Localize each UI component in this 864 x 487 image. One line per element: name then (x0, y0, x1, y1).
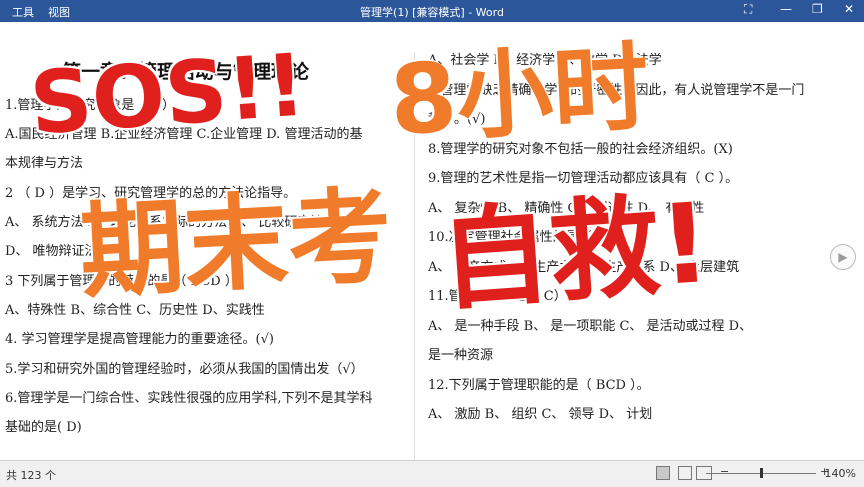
next-page-icon[interactable]: ▶ (830, 244, 856, 270)
zoom-level[interactable]: 140% (825, 467, 856, 480)
left-line: 6.管理学是一门综合性、实践性很强的应用学科,下列不是其学科 (5, 391, 373, 406)
overlay-final-exam: 期末考 (77, 174, 395, 314)
restore-icon[interactable]: ❐ (812, 2, 823, 16)
right-line: 是一种资源 (428, 348, 494, 363)
right-line: A、 激励 B、 组织 C、 领导 D、 计划 (428, 407, 653, 422)
zoom-out-icon[interactable]: − (720, 465, 729, 478)
overlay-8-hours: 8小时 (387, 31, 652, 157)
close-icon[interactable]: ✕ (844, 2, 854, 16)
page-count: 共 123 个 (6, 469, 56, 482)
document-page: 第一章：管理活动与管理理论 1.管理学的研究对象是（ D） A.国民经济管理 B… (0, 22, 864, 462)
minimize-icon[interactable]: — (780, 2, 792, 16)
right-line: 12.下列属于管理职能的是（ BCD ）。 (428, 378, 650, 393)
title-bar: 工具 视图 管理学(1) [兼容模式] - Word ⛶ — ❐ ✕ (0, 0, 864, 22)
left-line: 4. 学习管理学是提高管理能力的重要途径。(√) (5, 332, 274, 347)
overlay-self-rescue: 自救! (435, 178, 715, 326)
fullscreen-icon[interactable]: ⛶ (744, 2, 752, 17)
left-line: 本规律与方法 (5, 156, 84, 171)
left-line: 基础的是( D) (5, 420, 82, 435)
status-bar: 共 123 个 − + 140% (0, 460, 864, 487)
overlay-sos: SOS!! (26, 35, 309, 155)
zoom-slider-thumb[interactable] (760, 468, 763, 478)
print-layout-icon[interactable] (678, 466, 692, 480)
read-mode-icon[interactable] (656, 466, 670, 480)
window-title: 管理学(1) [兼容模式] - Word (360, 6, 504, 19)
left-line: 5.学习和研究外国的管理经验时，必须从我国的国情出发（√） (5, 362, 364, 377)
